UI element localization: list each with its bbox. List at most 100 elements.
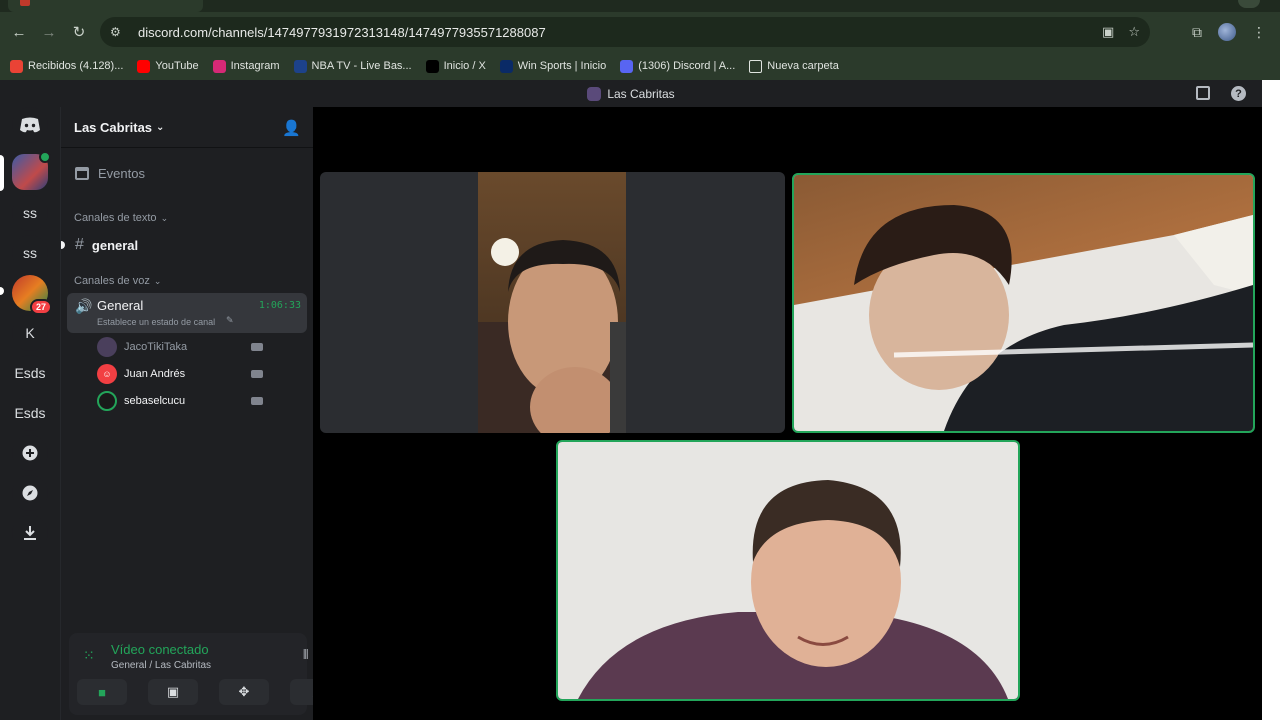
- voice-channel-name: General: [97, 298, 144, 313]
- server-ss-1[interactable]: ss: [12, 195, 48, 231]
- server-unread-pill: [0, 287, 4, 295]
- server-selected-pill: [0, 155, 4, 191]
- voice-category[interactable]: Canales de voz ⌄: [67, 275, 307, 287]
- camera-in-use-icon[interactable]: ▣: [1102, 24, 1114, 40]
- speaker-icon: 🔊: [75, 298, 93, 314]
- avatar: [97, 391, 117, 411]
- camera-icon: [251, 343, 263, 351]
- signal-icon[interactable]: ⁙: [83, 647, 95, 664]
- bookmark-label: Win Sports | Inicio: [517, 60, 607, 72]
- member-name: Juan Andrés: [124, 368, 186, 380]
- unread-indicator: [61, 241, 65, 249]
- reload-icon[interactable]: ↻: [64, 17, 94, 47]
- bookmarks-bar: Recibidos (4.128)... YouTube Instagram NBA …: [0, 52, 1280, 80]
- server-las-cabritas[interactable]: [12, 151, 51, 190]
- bookmark-label: Inicio / X: [443, 60, 486, 72]
- screen-share-button[interactable]: ▣: [148, 679, 198, 705]
- video-stage: [313, 107, 1262, 720]
- youtube-icon: [137, 59, 151, 73]
- bookmark-item[interactable]: Instagram: [212, 59, 280, 73]
- pencil-icon[interactable]: ✎: [226, 315, 234, 326]
- browser-toolbar: ← → ↻ ⚙ discord.com/channels/14749779319…: [0, 12, 1280, 52]
- text-category[interactable]: Canales de texto ⌄: [67, 212, 307, 224]
- bookmark-label: Instagram: [230, 60, 280, 72]
- camera-button[interactable]: ■: [77, 679, 127, 705]
- bookmark-label: YouTube: [155, 60, 199, 72]
- download-icon[interactable]: [12, 515, 48, 551]
- server-icon: [587, 86, 602, 101]
- activities-button[interactable]: ✥: [219, 679, 269, 705]
- member-name: JacoTikiTaka: [124, 341, 188, 353]
- server-ss-2[interactable]: ss: [12, 235, 48, 271]
- voice-connection-panel: ⁙ Vídeo conectado General / Las Cabritas…: [69, 633, 351, 715]
- bookmark-item[interactable]: Recibidos (4.128)...: [10, 59, 124, 73]
- site-info-icon[interactable]: ⚙: [110, 25, 128, 39]
- calendar-icon: [75, 166, 89, 180]
- url-text: discord.com/channels/1474977931972313148…: [138, 24, 546, 40]
- explore-icon[interactable]: [12, 475, 48, 511]
- server-esds-2[interactable]: Esds: [12, 395, 48, 431]
- server-notifications[interactable]: 27: [12, 275, 52, 315]
- voice-member[interactable]: sebaselcucu: [97, 391, 185, 411]
- text-category-label: Canales de texto: [74, 212, 157, 224]
- video-tile-juan-andres[interactable]: [792, 173, 1255, 433]
- bookmark-item[interactable]: NBA TV - Live Bas...: [293, 59, 412, 73]
- voice-active-icon: [39, 151, 51, 163]
- x-icon: [425, 59, 439, 73]
- voice-timer: 1:06:33: [258, 300, 301, 311]
- extensions-icon[interactable]: ⧉: [1192, 24, 1202, 41]
- gmail-icon: [10, 59, 23, 73]
- server-header[interactable]: Las Cabritas ⌄ 👤: [61, 107, 313, 148]
- inbox-icon[interactable]: [1196, 86, 1210, 100]
- avatar: [97, 337, 117, 357]
- folder-icon: [749, 59, 763, 73]
- channel-general-text[interactable]: # general: [67, 235, 307, 255]
- events-item[interactable]: Eventos: [67, 163, 307, 183]
- bookmark-item[interactable]: (1306) Discord | A...: [620, 59, 735, 73]
- discord-titlebar: Las Cabritas ?: [0, 80, 1262, 107]
- tab-strip-control[interactable]: [1238, 0, 1260, 8]
- voice-channel-general[interactable]: 🔊 General 1:06:33 Establece un estado de…: [67, 293, 307, 333]
- add-server-icon[interactable]: [12, 435, 48, 471]
- server-k[interactable]: K: [12, 315, 48, 351]
- chevron-down-icon: ⌄: [153, 275, 162, 286]
- voice-member[interactable]: JacoTikiTaka: [97, 337, 187, 357]
- browser-menu-icon[interactable]: ⋮: [1252, 24, 1266, 41]
- forward-icon[interactable]: →: [34, 17, 64, 47]
- voice-member[interactable]: ☺ Juan Andrés: [97, 364, 185, 384]
- server-esds-1[interactable]: Esds: [12, 355, 48, 391]
- instagram-icon: [212, 59, 226, 73]
- bookmark-label: NBA TV - Live Bas...: [311, 60, 412, 72]
- mention-badge: 27: [29, 299, 52, 315]
- invite-people-icon[interactable]: 👤: [282, 119, 301, 137]
- bookmark-item[interactable]: Win Sports | Inicio: [499, 59, 607, 73]
- channel-sidebar: Las Cabritas ⌄ 👤 Eventos Canales de text…: [60, 107, 351, 720]
- events-label: Eventos: [98, 165, 145, 181]
- winsports-icon: [499, 59, 513, 73]
- video-feed: [478, 172, 626, 433]
- tab-favicon: [20, 0, 30, 6]
- bookmark-item[interactable]: YouTube: [137, 59, 199, 73]
- nba-icon: [293, 59, 307, 73]
- bookmark-star-icon[interactable]: ☆: [1128, 24, 1140, 40]
- bookmark-item[interactable]: Nueva carpeta: [749, 59, 839, 73]
- browser-tab[interactable]: [8, 0, 203, 12]
- discord-home-icon[interactable]: [12, 107, 48, 143]
- server-name: Las Cabritas: [74, 119, 153, 135]
- avatar: ☺: [97, 364, 117, 384]
- voice-status[interactable]: Vídeo conectado: [111, 642, 209, 657]
- profile-avatar[interactable]: [1218, 23, 1236, 41]
- address-bar[interactable]: ⚙ discord.com/channels/14749779319723131…: [100, 17, 1150, 47]
- channel-status[interactable]: Establece un estado de canal: [97, 317, 215, 327]
- noise-suppression-icon[interactable]: ⫴: [303, 647, 308, 663]
- video-tile-jacotikitaka[interactable]: [320, 172, 785, 433]
- bookmark-item[interactable]: Inicio / X: [425, 59, 486, 73]
- bookmark-label: Recibidos (4.128)...: [28, 60, 124, 72]
- camera-icon: [251, 370, 263, 378]
- help-icon[interactable]: ?: [1231, 86, 1246, 101]
- back-icon[interactable]: ←: [4, 17, 34, 47]
- member-name: sebaselcucu: [124, 395, 186, 407]
- video-tile-sebaselcucu[interactable]: [556, 440, 1020, 701]
- scrollbar-track[interactable]: [1262, 80, 1280, 720]
- bookmark-label: Nueva carpeta: [767, 60, 839, 72]
